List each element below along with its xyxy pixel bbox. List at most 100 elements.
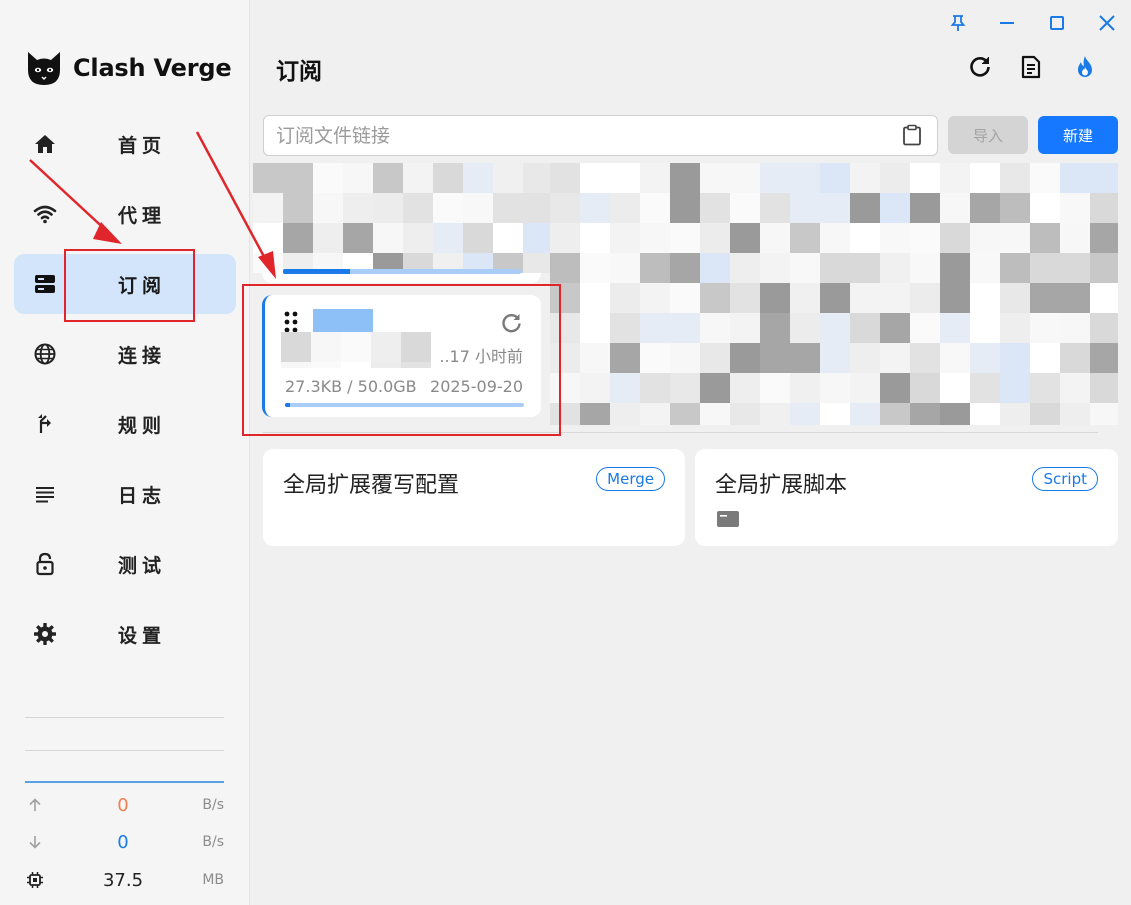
sidebar-item-rules[interactable]: 规则	[14, 394, 236, 454]
mosaic-cell	[403, 193, 433, 223]
mosaic-cell	[253, 193, 283, 223]
view-runtime-button[interactable]	[1016, 52, 1046, 82]
sidebar-item-proxy[interactable]: 代理	[14, 184, 236, 244]
mosaic-cell	[283, 223, 313, 253]
sidebar-item-test[interactable]: 测试	[14, 534, 236, 594]
mosaic-cell	[940, 373, 970, 403]
mosaic-cell	[970, 283, 1000, 313]
mosaic-cell	[550, 163, 580, 193]
mosaic-cell	[463, 223, 493, 253]
mosaic-cell	[790, 163, 820, 193]
close-button[interactable]	[1094, 10, 1120, 36]
mosaic-cell	[670, 403, 700, 425]
mosaic-cell	[910, 373, 940, 403]
mosaic-cell	[343, 193, 373, 223]
mosaic-cell	[760, 193, 790, 223]
import-button[interactable]: 导入	[948, 116, 1028, 154]
maximize-button[interactable]	[1044, 10, 1070, 36]
mosaic-cell	[1000, 343, 1030, 373]
mosaic-cell	[820, 223, 850, 253]
mosaic-cell	[700, 193, 730, 223]
app-logo: Clash Verge	[24, 48, 232, 88]
mosaic-cell	[281, 362, 311, 368]
merge-card-title: 全局扩展覆写配置	[283, 473, 460, 498]
mosaic-cell	[1090, 163, 1118, 193]
mosaic-cell	[970, 373, 1000, 403]
mosaic-cell	[1030, 253, 1060, 283]
mosaic-cell	[1000, 373, 1030, 403]
minimize-button[interactable]	[994, 10, 1020, 36]
profile-refresh-button[interactable]	[498, 310, 524, 336]
mosaic-cell	[670, 253, 700, 283]
script-card[interactable]: 全局扩展脚本 Script	[695, 449, 1118, 546]
mosaic-cell	[1090, 343, 1118, 373]
wifi-icon	[30, 199, 60, 229]
reactivate-button[interactable]	[1070, 52, 1100, 82]
mosaic-cell	[700, 403, 730, 425]
mosaic-cell	[940, 403, 970, 425]
mosaic-cell	[610, 373, 640, 403]
mosaic-cell	[463, 193, 493, 223]
mosaic-cell	[730, 373, 760, 403]
update-all-button[interactable]	[965, 52, 995, 82]
profile-usage: 27.3KB / 50.0GB	[285, 377, 417, 396]
upload-speed-row: 0 B/s	[25, 793, 224, 817]
mosaic-cell	[790, 343, 820, 373]
sidebar-divider	[25, 717, 224, 718]
mosaic-cell	[970, 253, 1000, 283]
mosaic-cell	[343, 163, 373, 193]
mosaic-cell	[850, 253, 880, 283]
mosaic-cell	[880, 193, 910, 223]
mosaic-cell	[493, 223, 523, 253]
mosaic-cell	[970, 343, 1000, 373]
mosaic-cell	[1090, 253, 1118, 283]
mosaic-cell	[760, 223, 790, 253]
mosaic-cell	[880, 343, 910, 373]
sidebar-item-home[interactable]: 首页	[14, 114, 236, 174]
mosaic-cell	[1090, 283, 1118, 313]
sidebar-item-subscription[interactable]: 订阅	[14, 254, 236, 314]
mosaic-cell	[610, 283, 640, 313]
sidebar-item-logs[interactable]: 日志	[14, 464, 236, 524]
profile-card[interactable]: ..17 小时前 27.3KB / 50.0GB 2025-09-20	[262, 295, 541, 417]
mosaic-cell	[640, 343, 670, 373]
close-icon	[1099, 15, 1115, 31]
mosaic-cell	[371, 362, 401, 368]
mosaic-cell	[550, 403, 580, 425]
mosaic-cell	[730, 283, 760, 313]
mosaic-cell	[580, 253, 610, 283]
mosaic-cell	[970, 163, 1000, 193]
mosaic-cell	[730, 193, 760, 223]
mosaic-cell	[970, 313, 1000, 343]
mosaic-cell	[850, 313, 880, 343]
mosaic-cell	[580, 313, 610, 343]
new-button[interactable]: 新建	[1038, 116, 1118, 154]
mosaic-cell	[940, 193, 970, 223]
mosaic-cell	[401, 332, 431, 362]
paste-button[interactable]	[900, 123, 924, 147]
drag-handle-icon[interactable]	[283, 310, 299, 334]
profile-name-redacted	[313, 309, 373, 333]
document-icon	[1021, 55, 1041, 79]
subscription-url-input[interactable]	[263, 115, 938, 156]
profile-expire-date: 2025-09-20	[430, 377, 523, 396]
mosaic-cell	[1000, 163, 1030, 193]
mosaic-cell	[820, 313, 850, 343]
sidebar-item-label: 连接	[118, 344, 167, 367]
mosaic-cell	[730, 343, 760, 373]
pin-button[interactable]	[945, 10, 971, 36]
mosaic-cell	[283, 193, 313, 223]
merge-card[interactable]: 全局扩展覆写配置 Merge	[263, 449, 685, 546]
sidebar-item-connections[interactable]: 连接	[14, 324, 236, 384]
memory-row: 37.5 MB	[25, 868, 224, 892]
refresh-icon	[502, 314, 521, 333]
mosaic-cell	[580, 403, 610, 425]
mosaic-cell	[1030, 343, 1060, 373]
mosaic-cell	[880, 403, 910, 425]
mosaic-cell	[1000, 313, 1030, 343]
mosaic-cell	[940, 163, 970, 193]
mosaic-cell	[880, 373, 910, 403]
sidebar-item-settings[interactable]: 设置	[14, 604, 236, 664]
mosaic-cell	[313, 163, 343, 193]
mosaic-cell	[850, 373, 880, 403]
